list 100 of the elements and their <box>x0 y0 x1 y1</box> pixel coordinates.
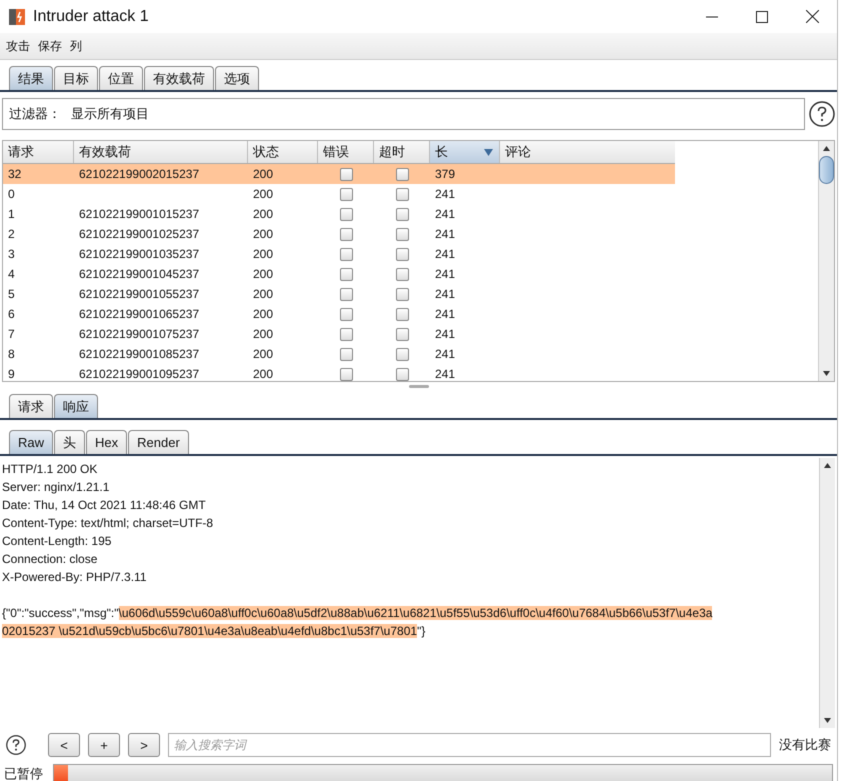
table-cell-text: 241 <box>434 187 456 201</box>
table-cell: 621022199001015237 <box>79 207 200 221</box>
menu-item[interactable]: 保存 <box>38 38 62 54</box>
splitter-handle[interactable] <box>408 384 428 388</box>
column-header[interactable]: 请求 <box>3 141 74 163</box>
tab[interactable]: 目标 <box>54 66 98 90</box>
response-header-line: HTTP/1.1 200 OK <box>2 462 98 476</box>
checkbox[interactable] <box>396 168 408 180</box>
checkbox[interactable] <box>340 168 352 180</box>
table-cell-text: 200 <box>252 307 274 321</box>
column-header[interactable]: 有效载荷 <box>74 141 248 163</box>
tab[interactable]: 请求 <box>9 394 53 418</box>
table-cell-text: 4 <box>7 267 16 281</box>
table-cell: 621022199002015237 <box>79 167 200 181</box>
search-nav-button[interactable]: < <box>48 733 80 757</box>
tab[interactable]: 位置 <box>99 66 143 90</box>
tab[interactable]: Render <box>128 430 189 454</box>
table-cell-text: 200 <box>252 187 274 201</box>
scrollbar[interactable] <box>819 458 835 728</box>
column-header[interactable]: 长 <box>430 141 500 163</box>
table-row[interactable]: 6 621022199001065237 200 241 <box>3 304 675 324</box>
table-row[interactable]: 2 621022199001025237 200 241 <box>3 224 675 244</box>
table-cell-text: 241 <box>434 247 456 261</box>
status-label: 已暂停 <box>4 765 43 781</box>
checkbox[interactable] <box>396 228 408 240</box>
checkbox[interactable] <box>340 368 352 380</box>
checkbox[interactable] <box>340 268 352 280</box>
column-header[interactable]: 评论 <box>500 141 675 163</box>
checkbox[interactable] <box>396 248 408 260</box>
checkbox[interactable] <box>340 308 352 320</box>
maximize-icon[interactable] <box>756 10 768 22</box>
table-row[interactable]: 4 621022199001045237 200 241 <box>3 264 675 284</box>
table-cell: 621022199001085237 <box>79 347 200 361</box>
table-cell-text: 8 <box>7 347 16 361</box>
checkbox[interactable] <box>396 188 408 200</box>
help-icon[interactable] <box>809 101 835 127</box>
table-cell: 621022199001025237 <box>79 227 200 241</box>
table-cell-text: 200 <box>252 327 274 341</box>
table-row[interactable]: 5 621022199001055237 200 241 <box>3 284 675 304</box>
table-cell-text: 6 <box>7 307 16 321</box>
close-icon[interactable] <box>806 10 819 23</box>
checkbox[interactable] <box>340 288 352 300</box>
tab[interactable]: Raw <box>9 430 54 454</box>
scrollbar-thumb[interactable] <box>819 156 834 184</box>
menu-item[interactable]: 列 <box>70 38 82 54</box>
checkbox[interactable] <box>340 208 352 220</box>
menu-item[interactable]: 攻击 <box>6 38 30 54</box>
tab[interactable]: 选项 <box>215 66 259 90</box>
checkbox[interactable] <box>396 368 408 380</box>
tab[interactable]: 结果 <box>9 66 53 90</box>
checkbox[interactable] <box>340 188 352 200</box>
table-row[interactable]: 7 621022199001075237 200 241 <box>3 324 675 344</box>
table-cell: 621022199001065237 <box>79 307 200 321</box>
scroll-down-icon[interactable] <box>823 371 830 376</box>
table-cell-text: 1 <box>7 207 16 221</box>
table-cell-text: 200 <box>252 207 274 221</box>
table-cell-text: 241 <box>434 287 456 301</box>
table-cell-text: 3 <box>7 247 16 261</box>
tab[interactable]: 头 <box>54 430 86 454</box>
table-row[interactable]: 9 621022199001095237 200 241 <box>3 364 675 381</box>
tab[interactable]: 有效载荷 <box>144 66 214 90</box>
checkbox[interactable] <box>340 248 352 260</box>
tab[interactable]: Hex <box>86 430 128 454</box>
app-logo-icon <box>7 6 27 26</box>
filter-bar[interactable]: 过滤器： 显示所有项目 <box>2 98 805 130</box>
table-row[interactable]: 1 621022199001015237 200 241 <box>3 204 675 224</box>
search-nav-button[interactable]: > <box>128 733 160 757</box>
search-nav-button[interactable]: + <box>88 733 120 757</box>
tab[interactable]: 响应 <box>54 394 98 418</box>
checkbox[interactable] <box>396 268 408 280</box>
checkbox[interactable] <box>396 348 408 360</box>
checkbox[interactable] <box>396 328 408 340</box>
table-row[interactable]: 3 621022199001035237 200 241 <box>3 244 675 264</box>
response-text: {"0":"success","msg":" <box>2 606 119 620</box>
checkbox[interactable] <box>396 208 408 220</box>
help-icon[interactable] <box>6 735 26 755</box>
checkbox[interactable] <box>340 228 352 240</box>
table-cell-text: 9 <box>7 367 16 381</box>
table-row[interactable]: 32 621022199002015237 200 379 <box>3 164 675 184</box>
search-field[interactable]: 输入搜索字词 <box>168 733 771 757</box>
column-header[interactable]: 状态 <box>248 141 318 163</box>
response-header-line: Server: nginx/1.21.1 <box>2 480 110 494</box>
table-cell-text: 200 <box>252 267 274 281</box>
scroll-down-icon[interactable] <box>824 718 831 723</box>
scrollbar[interactable] <box>818 141 834 381</box>
column-header[interactable]: 错误 <box>318 141 374 163</box>
table-cell: 621022199001095237 <box>79 367 200 381</box>
table-cell-text: 200 <box>252 287 274 301</box>
table-row[interactable]: 8 621022199001085237 200 241 <box>3 344 675 364</box>
checkbox[interactable] <box>396 308 408 320</box>
checkbox[interactable] <box>396 288 408 300</box>
table-row[interactable]: 0 200 241 <box>3 184 675 204</box>
table-cell: 621022199001055237 <box>79 287 200 301</box>
checkbox[interactable] <box>340 328 352 340</box>
checkbox[interactable] <box>340 348 352 360</box>
response-header-line: Content-Type: text/html; charset=UTF-8 <box>2 516 214 530</box>
table-cell-text: 241 <box>434 367 456 381</box>
match-count: 没有比赛 <box>779 736 831 754</box>
scroll-up-icon[interactable] <box>824 463 831 468</box>
scroll-up-icon[interactable] <box>823 146 830 151</box>
